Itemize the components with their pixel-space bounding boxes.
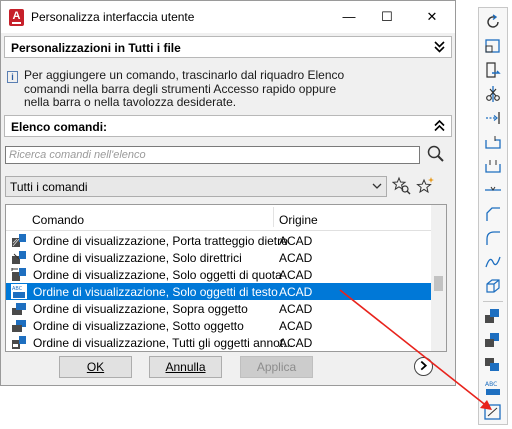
maximize-button[interactable]: ☐ — [377, 7, 397, 27]
command-list-title: Elenco comandi: — [11, 120, 108, 134]
apply-button[interactable]: Applica — [240, 356, 313, 378]
info-text: Per aggiungere un comando, trascinarlo d… — [24, 68, 345, 109]
list-scrollbar[interactable] — [431, 205, 446, 351]
trim-icon[interactable] — [483, 84, 503, 104]
command-row[interactable]: Ordine di visualizzazione, Sopra oggetto… — [6, 300, 431, 317]
text-to-front-icon[interactable]: ABC — [483, 378, 503, 398]
command-row[interactable]: Ordine di visualizzazione, Tutti gli ogg… — [6, 334, 431, 351]
text-only-front-icon[interactable] — [483, 402, 503, 422]
window-title: Personalizza interfaccia utente — [31, 10, 195, 24]
command-row[interactable]: Ordine di visualizzazione, Sotto oggetto… — [6, 317, 431, 334]
minimize-button[interactable]: — — [339, 7, 359, 27]
search-icon[interactable] — [426, 144, 446, 164]
command-row-selected[interactable]: ABC Ordine di visualizzazione, Solo ogge… — [6, 283, 431, 300]
draworder-under-icon — [12, 320, 26, 332]
chamfer-icon[interactable] — [483, 204, 503, 224]
svg-text:ABC: ABC — [12, 286, 23, 292]
blend-curves-icon[interactable] — [483, 252, 503, 272]
bring-above-icon[interactable] — [483, 354, 503, 374]
draworder-hatch-back-icon — [12, 234, 26, 247]
3d-operations-icon[interactable] — [483, 276, 503, 296]
column-divider[interactable] — [273, 207, 274, 227]
search-input[interactable] — [9, 148, 409, 162]
draworder-above-icon — [12, 303, 26, 315]
title-bar: A Personalizza interfaccia utente — ☐ ✕ — [1, 1, 455, 33]
column-header-command[interactable]: Comando — [32, 213, 84, 227]
scale-icon[interactable] — [483, 36, 503, 56]
close-button[interactable]: ✕ — [422, 7, 442, 27]
expand-panel-button[interactable] — [414, 357, 433, 376]
command-row[interactable]: Ordine di visualizzazione, Porta tratteg… — [6, 232, 431, 249]
chevron-down-icon — [372, 183, 382, 189]
extend-icon[interactable] — [483, 108, 503, 128]
stretch-icon[interactable] — [483, 60, 503, 80]
command-row[interactable]: Ordine di visualizzazione, Solo oggetti … — [6, 266, 431, 283]
draworder-leaders-icon — [12, 251, 26, 264]
info-panel: i Per aggiungere un comando, trascinarlo… — [4, 64, 452, 110]
draworder-dimensions-icon — [11, 268, 26, 281]
cancel-button[interactable]: Annulla — [149, 356, 222, 378]
scrollbar-thumb[interactable] — [434, 276, 443, 291]
search-field[interactable] — [5, 146, 420, 164]
command-filter-value: Tutti i comandi — [10, 180, 88, 194]
customizations-panel-title: Personalizzazioni in Tutti i file — [11, 41, 181, 55]
bring-to-front-icon[interactable] — [483, 306, 503, 326]
draw-order-toolbar: ABC — [478, 7, 508, 425]
customize-ui-dialog: A Personalizza interfaccia utente — ☐ ✕ … — [0, 0, 456, 386]
command-list-panel-header[interactable]: Elenco comandi: — [4, 115, 452, 137]
break-at-point-icon[interactable] — [483, 132, 503, 152]
command-row[interactable]: Ordine di visualizzazione, Solo direttri… — [6, 249, 431, 266]
customizations-panel-header[interactable]: Personalizzazioni in Tutti i file — [4, 36, 452, 58]
command-list[interactable]: Comando Origine Ordine di visualizzazion… — [5, 204, 447, 352]
draworder-text-icon: ABC — [11, 284, 27, 299]
command-filter-dropdown[interactable]: Tutti i comandi — [5, 176, 387, 197]
double-chevron-down-icon[interactable] — [434, 40, 445, 54]
command-list-header: Comando Origine — [6, 205, 431, 231]
fillet-icon[interactable] — [483, 228, 503, 248]
new-command-star-icon[interactable] — [416, 176, 436, 196]
break-icon[interactable] — [483, 156, 503, 176]
draworder-annotations-icon — [12, 336, 26, 349]
join-icon[interactable] — [483, 180, 503, 200]
double-chevron-up-icon[interactable] — [434, 119, 445, 133]
info-icon: i — [7, 71, 18, 83]
send-to-back-icon[interactable] — [483, 330, 503, 350]
star-search-icon[interactable] — [392, 176, 412, 196]
column-header-source[interactable]: Origine — [279, 213, 318, 227]
chevron-right-icon — [420, 360, 428, 371]
ok-button[interactable]: OK — [59, 356, 132, 378]
autocad-app-icon: A — [9, 9, 24, 26]
toolbar-separator — [483, 301, 503, 302]
svg-text:ABC: ABC — [485, 381, 497, 388]
rotate-icon[interactable] — [483, 12, 503, 32]
